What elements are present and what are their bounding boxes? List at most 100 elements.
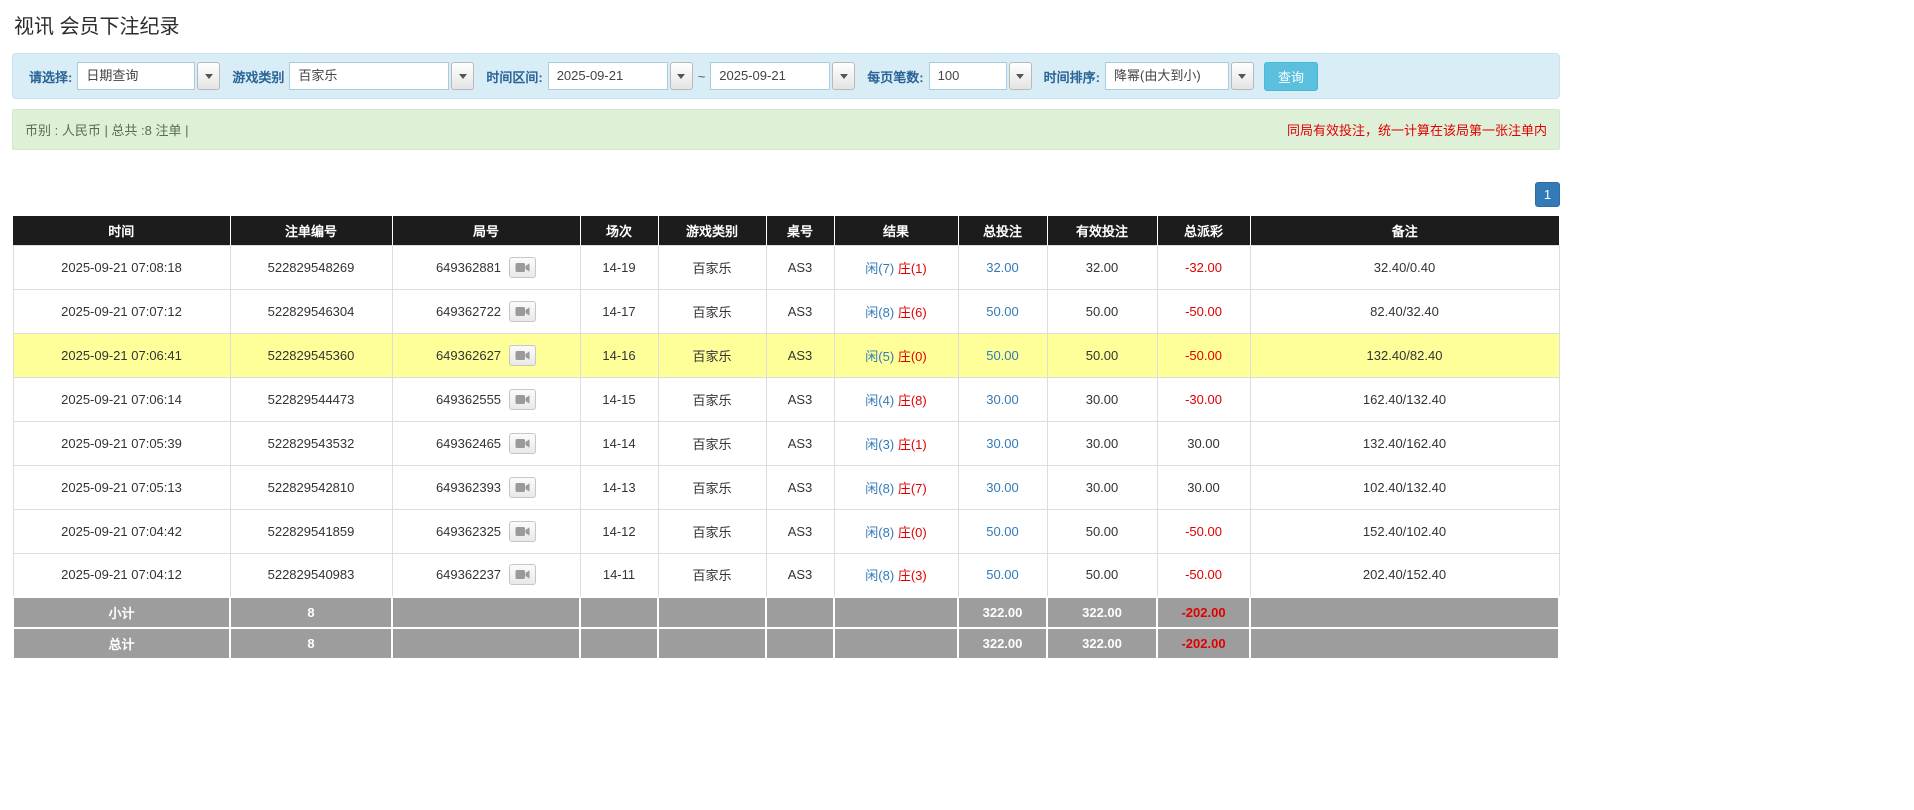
search-button[interactable]: 查询	[1263, 61, 1318, 91]
per-page-dropdown-button[interactable]	[1008, 62, 1032, 90]
session-id: 14-14	[602, 435, 636, 451]
col-session: 场次	[579, 216, 658, 245]
date-to-input[interactable]: 2025-09-21	[710, 62, 831, 90]
query-type-dropdown-button[interactable]	[197, 62, 221, 90]
round-video-button[interactable]	[509, 388, 537, 410]
valid-bet: 50.00	[1085, 567, 1119, 583]
query-type-label: 请选择:	[29, 69, 73, 85]
cell-valid-bet: 30.00	[1046, 420, 1158, 466]
cell-session: 14-13	[579, 464, 659, 510]
result-banker: 庄(8)	[897, 392, 927, 408]
game-type-dropdown-button[interactable]	[451, 62, 475, 90]
bet-time: 2025-09-21 07:07:12	[61, 303, 182, 319]
round-id-group: 649362722	[436, 300, 537, 322]
session-id: 14-16	[602, 347, 636, 363]
payout-amount: -50.00	[1185, 303, 1222, 319]
cell-result: 闲(8) 庄(3)	[833, 552, 959, 598]
total-bet-link[interactable]: 50.00	[986, 524, 1019, 539]
result-banker: 庄(1)	[897, 436, 927, 452]
remark-text: 132.40/162.40	[1362, 435, 1447, 451]
round-id-group: 649362627	[435, 344, 537, 366]
table-row: 2025-09-21 07:06:14 522829544473 6493625…	[12, 376, 1560, 422]
cell-table-id: AS3	[765, 508, 835, 554]
cell-payout: -50.00	[1156, 508, 1251, 554]
table-id: AS3	[787, 435, 813, 451]
result-player: 闲(8)	[865, 480, 895, 496]
round-video-button[interactable]	[509, 344, 537, 366]
empty-cell	[579, 627, 659, 660]
page: 视讯 会员下注纪录 请选择: 日期查询 游戏类别 百家乐 时间区间: 2025-…	[0, 0, 1574, 668]
video-camera-icon	[515, 350, 530, 360]
cell-total-bet: 30.00	[957, 464, 1048, 510]
round-video-button[interactable]	[509, 476, 537, 498]
table-id: AS3	[787, 567, 813, 583]
col-remark: 备注	[1249, 216, 1559, 245]
round-video-button[interactable]	[509, 564, 537, 586]
round-id: 649362627	[435, 347, 502, 363]
total-bet-link[interactable]: 30.00	[986, 480, 1019, 495]
round-id-group: 649362237	[436, 564, 537, 586]
bet-time: 2025-09-21 07:06:14	[61, 391, 182, 407]
total-bet-link[interactable]: 50.00	[986, 348, 1019, 363]
date-from-input[interactable]: 2025-09-21	[547, 62, 668, 90]
game-type: 百家乐	[692, 392, 732, 408]
total-bet-link[interactable]: 32.00	[986, 260, 1019, 275]
sort-label: 时间排序:	[1043, 69, 1100, 85]
cell-payout: -50.00	[1156, 332, 1251, 378]
range-separator: ~	[697, 68, 706, 84]
cell-round-id: 649362393	[391, 464, 581, 510]
cell-session: 14-11	[579, 552, 659, 598]
table-row: 2025-09-21 07:07:12 522829546304 6493627…	[12, 288, 1560, 334]
date-from-dropdown-button[interactable]	[669, 62, 693, 90]
cell-valid-bet: 50.00	[1046, 508, 1158, 554]
cell-payout: 30.00	[1156, 420, 1251, 466]
bet-id: 522829540983	[267, 567, 355, 583]
cell-table-id: AS3	[765, 464, 835, 510]
round-video-button[interactable]	[509, 256, 537, 278]
total-bet-link[interactable]: 50.00	[986, 304, 1019, 319]
col-payout: 总派彩	[1156, 216, 1250, 245]
empty-cell	[765, 627, 835, 660]
cell-remark: 132.40/162.40	[1249, 420, 1560, 466]
valid-bet: 30.00	[1085, 435, 1119, 451]
cell-valid-bet: 30.00	[1046, 464, 1158, 510]
cell-table-id: AS3	[765, 552, 835, 598]
cell-round-id: 649362555	[391, 376, 581, 422]
table-id: AS3	[787, 259, 813, 275]
cell-total-bet: 50.00	[957, 508, 1048, 554]
col-table-id: 桌号	[765, 216, 834, 245]
cell-time: 2025-09-21 07:04:42	[12, 508, 231, 554]
round-video-button[interactable]	[509, 520, 537, 542]
total-total-bet: 322.00	[957, 627, 1048, 660]
payout-amount: -50.00	[1185, 347, 1222, 363]
table-row: 2025-09-21 07:05:39 522829543532 6493624…	[12, 420, 1560, 466]
round-id-group: 649362465	[436, 432, 537, 454]
game-type-input[interactable]: 百家乐	[289, 62, 450, 90]
per-page-combo: 100	[928, 62, 1032, 90]
result-player: 闲(8)	[865, 568, 895, 584]
round-video-button[interactable]	[509, 432, 537, 454]
cell-result: 闲(5) 庄(0)	[833, 332, 959, 378]
cell-session: 14-16	[579, 332, 659, 378]
valid-bet: 32.00	[1085, 259, 1119, 275]
total-bet-link[interactable]: 30.00	[986, 392, 1019, 407]
total-bet-link[interactable]: 50.00	[986, 567, 1019, 582]
cell-time: 2025-09-21 07:08:18	[12, 244, 231, 290]
sort-dropdown-button[interactable]	[1230, 62, 1254, 90]
video-camera-icon	[515, 482, 530, 492]
payout-amount: -30.00	[1185, 391, 1222, 407]
round-id-group: 649362881	[436, 256, 537, 278]
per-page-input[interactable]: 100	[928, 62, 1007, 90]
remark-text: 82.40/32.40	[1370, 303, 1439, 319]
cell-table-id: AS3	[765, 420, 835, 466]
date-to-dropdown-button[interactable]	[832, 62, 856, 90]
round-video-button[interactable]	[509, 300, 537, 322]
col-round-id: 局号	[391, 216, 580, 245]
query-type-input[interactable]: 日期查询	[77, 62, 196, 90]
page-1-button[interactable]: 1	[1535, 182, 1560, 207]
caret-down-icon	[1016, 73, 1025, 79]
sort-input[interactable]: 降幂(由大到小)	[1104, 62, 1229, 90]
total-bet-link[interactable]: 30.00	[986, 436, 1019, 451]
bet-id: 522829542810	[267, 479, 355, 495]
empty-cell	[657, 596, 767, 629]
